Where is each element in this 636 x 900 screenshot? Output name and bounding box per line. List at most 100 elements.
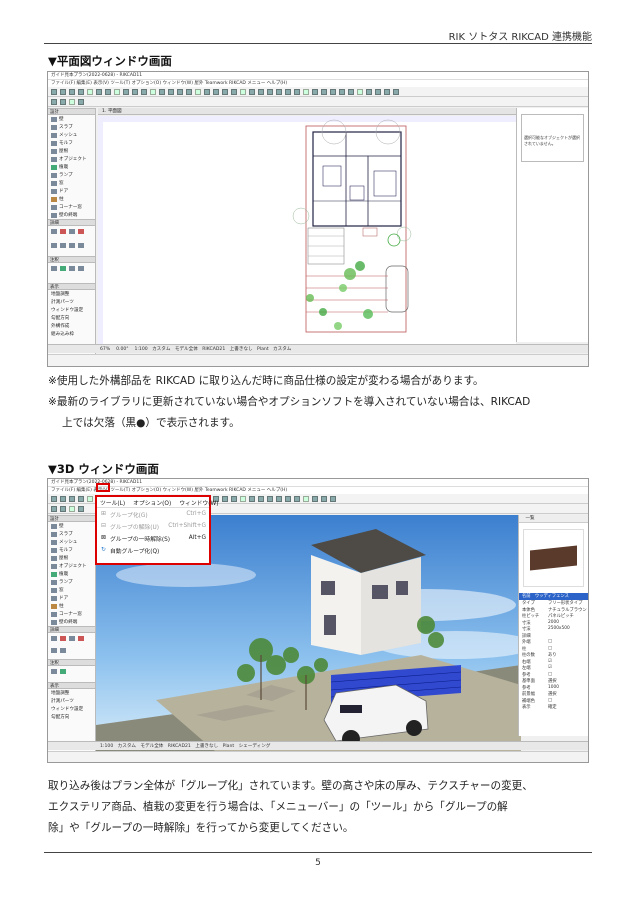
view-status-bar[interactable]: 1:100 カスタム モデル全体 RIKCAD21 上書きなし Plant シェ… bbox=[48, 741, 588, 750]
tool-column[interactable]: 柱 bbox=[48, 602, 95, 610]
ungroup-icon: ⊟ bbox=[101, 523, 106, 529]
tool-wall[interactable]: 壁 bbox=[48, 522, 95, 530]
tool-door[interactable]: ドア bbox=[48, 187, 95, 195]
tool-plant[interactable]: 植栽 bbox=[48, 163, 95, 171]
nav-item[interactable]: 計測パーツ bbox=[48, 298, 95, 306]
morph-icon bbox=[51, 547, 57, 553]
tool-corner-window[interactable]: コーナー窓 bbox=[48, 610, 95, 618]
corner-window-icon bbox=[51, 611, 57, 617]
window-title: ガイド見本プラン(2022-0628) - RIKCAD11 bbox=[48, 479, 588, 487]
view-status-bar[interactable]: 67% 0.00° 1:100 カスタム モデル全体 RIKCAD21 上書きな… bbox=[48, 344, 588, 353]
wall-end-icon bbox=[51, 212, 57, 218]
tool-lamp[interactable]: ランプ bbox=[48, 171, 95, 179]
tool-wall[interactable]: 壁 bbox=[48, 115, 95, 123]
bottom-toolbar[interactable] bbox=[48, 354, 588, 366]
tool-wall-end[interactable]: 壁の終端 bbox=[48, 211, 95, 219]
detail-section: 詳細 bbox=[48, 219, 95, 226]
menu-options[interactable]: オプション(O) bbox=[133, 498, 171, 507]
tool-plant[interactable]: 植栽 bbox=[48, 570, 95, 578]
tool-morph[interactable]: モルフ bbox=[48, 546, 95, 554]
prop-row[interactable]: 表示 確定 bbox=[519, 704, 588, 711]
detail-tools[interactable] bbox=[48, 633, 95, 659]
annotation-tools[interactable] bbox=[48, 263, 95, 283]
window-title: ガイド見本プラン(2022-0628) - RIKCAD11 bbox=[48, 72, 588, 80]
page-header: RIK ソトタス RIKCAD 連携機能 bbox=[448, 32, 592, 43]
plan-notes: ※使用した外構部品を RIKCAD に取り込んだ時に商品仕様の設定が変わる場合が… bbox=[48, 371, 596, 434]
menu-item-ungroup[interactable]: ⊟ グループの解除(U) Ctrl+Shift+G bbox=[97, 520, 209, 532]
note-line: 除」や「グループの一時解除」を行ってから変更してください。 bbox=[48, 822, 354, 834]
object-icon bbox=[51, 156, 57, 162]
toolbox[interactable]: 設計 壁 スラブ メッシュ モルフ 屋根 オブジェクト 植栽 ランプ 窓 ドア … bbox=[48, 108, 96, 358]
main-toolbar[interactable] bbox=[48, 87, 588, 97]
plan-heading: ▼平面図ウィンドウ画面 bbox=[48, 54, 172, 68]
design-section: 設計 bbox=[48, 108, 95, 115]
tools-context-menu[interactable]: ツール(L) オプション(O) ウィンドウ(W) ⊞ グループ化(G) Ctrl+G… bbox=[95, 495, 218, 565]
tool-window[interactable]: 窓 bbox=[48, 179, 95, 187]
nav-item[interactable]: 勾配方向 bbox=[48, 314, 95, 322]
design-section: 設計 bbox=[48, 515, 95, 522]
property-panel[interactable]: 一覧 名前 ウッディフェンス タイプ フリー形状タイプ 本体色 ナチュラルブラウン … bbox=[518, 515, 588, 736]
tab-plan[interactable]: 1. 平面図 bbox=[98, 108, 516, 115]
bottom-toolbar[interactable] bbox=[48, 751, 588, 762]
nav-item[interactable]: 地盤調整 bbox=[48, 689, 95, 697]
door-icon bbox=[51, 595, 57, 601]
wall-icon bbox=[51, 116, 57, 122]
tool-window[interactable]: 窓 bbox=[48, 586, 95, 594]
nav-item[interactable]: 外構作成 bbox=[48, 322, 95, 330]
slab-icon bbox=[51, 531, 57, 537]
menu-bar[interactable]: ファイル(F) 編集(E) 表示(V) ツール(T) オプション(O) ウィンド… bbox=[48, 80, 588, 87]
tool-mesh[interactable]: メッシュ bbox=[48, 538, 95, 546]
wall-icon bbox=[51, 523, 57, 529]
menu-item-group[interactable]: ⊞ グループ化(G) Ctrl+G bbox=[97, 508, 209, 520]
slab-icon bbox=[51, 124, 57, 130]
tool-slab[interactable]: スラブ bbox=[48, 530, 95, 538]
roof-icon bbox=[51, 555, 57, 561]
note-line: ※使用した外構部品を RIKCAD に取り込んだ時に商品仕様の設定が変わる場合が… bbox=[48, 375, 484, 387]
nav-item[interactable]: 勾配方向 bbox=[48, 713, 95, 721]
menu-window[interactable]: ウィンドウ(W) bbox=[179, 498, 218, 507]
annotation-tools[interactable] bbox=[48, 666, 95, 682]
nav-item[interactable]: 組み込み枠 bbox=[48, 330, 95, 338]
group-icon: ⊞ bbox=[101, 511, 106, 517]
nav-item[interactable]: 計測パーツ bbox=[48, 697, 95, 705]
plan-window-screenshot: ガイド見本プラン(2022-0628) - RIKCAD11 ファイル(F) 編… bbox=[47, 71, 589, 367]
menu-item-suspend-groups[interactable]: ⊠ グループの一時解除(S) Alt+G bbox=[97, 532, 209, 544]
tool-roof[interactable]: 屋根 bbox=[48, 554, 95, 562]
tool-slab[interactable]: スラブ bbox=[48, 123, 95, 131]
note-line: エクステリア商品、植栽の変更を行う場合は、「メニューバー」の「ツール」から「グル… bbox=[48, 801, 508, 813]
nav-item[interactable]: ウィンドウ設定 bbox=[48, 705, 95, 713]
tool-door[interactable]: ドア bbox=[48, 594, 95, 602]
detail-tools[interactable] bbox=[48, 226, 95, 256]
annotation-section: 注釈 bbox=[48, 256, 95, 263]
selection-note: 選択可能なオブジェクトが選択されていません。 bbox=[521, 114, 584, 162]
floor-plan-canvas[interactable] bbox=[98, 116, 516, 344]
window-icon bbox=[51, 587, 57, 593]
tool-corner-window[interactable]: コーナー窓 bbox=[48, 203, 95, 211]
nav-item[interactable]: ウィンドウ設定 bbox=[48, 306, 95, 314]
annotation-section: 注釈 bbox=[48, 659, 95, 666]
tool-roof[interactable]: 屋根 bbox=[48, 147, 95, 155]
prop-selected-row[interactable]: 名前 ウッディフェンス bbox=[519, 593, 588, 600]
tool-wall-end[interactable]: 壁の終端 bbox=[48, 618, 95, 626]
nav-item[interactable]: 地盤調整 bbox=[48, 290, 95, 298]
tool-morph[interactable]: モルフ bbox=[48, 139, 95, 147]
menu-bar[interactable]: ファイル(F) 編集(E) 表示(V) ツール(T) オプション(O) ウィンド… bbox=[48, 487, 588, 494]
info-panel: 選択可能なオブジェクトが選択されていません。 bbox=[516, 108, 588, 342]
toolbox[interactable]: 設計 壁 スラブ メッシュ モルフ 屋根 オブジェクト 植栽 ランプ 窓 ドア … bbox=[48, 515, 96, 751]
tool-mesh[interactable]: メッシュ bbox=[48, 131, 95, 139]
menu-item-auto-group[interactable]: ↻ 自動グループ化(Q) bbox=[97, 544, 209, 556]
info-toolbar[interactable] bbox=[48, 97, 588, 107]
header-rule bbox=[44, 43, 592, 44]
menu-tools[interactable]: ツール(L) bbox=[100, 498, 125, 507]
fence-preview bbox=[523, 529, 584, 587]
context-menubar[interactable]: ツール(L) オプション(O) ウィンドウ(W) bbox=[97, 497, 218, 508]
tool-object[interactable]: オブジェクト bbox=[48, 562, 95, 570]
lamp-icon bbox=[51, 172, 57, 178]
plant-icon bbox=[51, 571, 57, 577]
column-icon bbox=[51, 196, 57, 202]
auto-group-icon: ↻ bbox=[101, 547, 106, 553]
tool-column[interactable]: 柱 bbox=[48, 195, 95, 203]
tool-lamp[interactable]: ランプ bbox=[48, 578, 95, 586]
tool-object[interactable]: オブジェクト bbox=[48, 155, 95, 163]
window-icon bbox=[51, 180, 57, 186]
